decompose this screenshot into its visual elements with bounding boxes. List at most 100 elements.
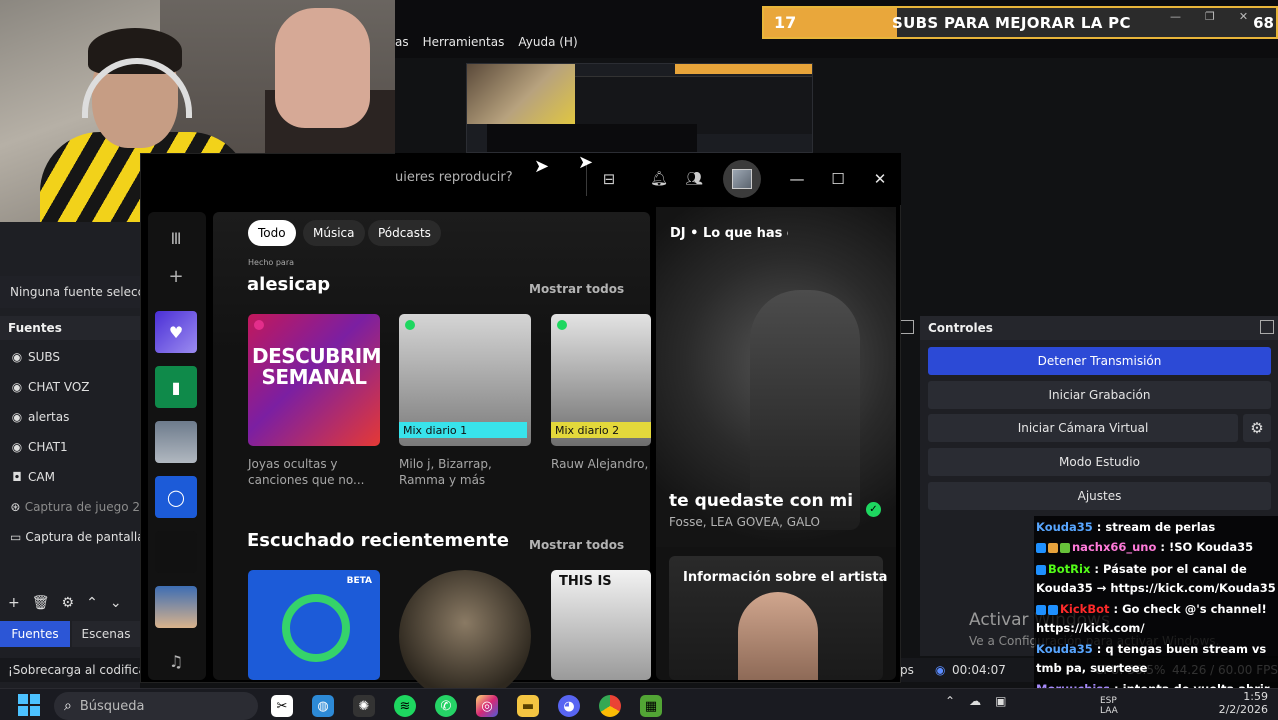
gear-icon[interactable]: ⚙ xyxy=(62,595,75,611)
recent-item-card[interactable]: BETA xyxy=(248,570,380,680)
liked-songs-icon[interactable]: ♥ xyxy=(155,311,197,353)
chat-badge-icon xyxy=(1036,604,1046,615)
no-source-label: Ninguna fuente seleccio xyxy=(0,276,140,308)
discord-icon[interactable]: ◕ xyxy=(558,695,580,717)
menu-item-tools[interactable]: Herramientas xyxy=(423,35,505,49)
close-icon[interactable]: ✕ xyxy=(870,169,890,189)
chip-music[interactable]: Música xyxy=(303,220,365,246)
encoder-overload-warning: ¡Sobrecarga al codificar xyxy=(8,663,151,677)
minimize-icon[interactable]: — xyxy=(1170,10,1181,23)
chip-podcasts[interactable]: Pódcasts xyxy=(368,220,441,246)
browse-icon[interactable]: ⊟ xyxy=(598,168,620,190)
capcut-icon[interactable]: ✂ xyxy=(271,695,293,717)
spotify-icon[interactable]: ≋ xyxy=(394,695,416,717)
check-icon[interactable]: ✓ xyxy=(866,502,881,517)
library-item-thumb[interactable]: ◯ xyxy=(155,476,197,518)
friends-icon[interactable]: 👥︎ xyxy=(683,168,705,190)
show-all-link[interactable]: Mostrar todos xyxy=(529,538,624,552)
source-item-chat1[interactable]: ◉ CHAT1 xyxy=(0,433,140,461)
menu-item-help[interactable]: Ayuda (H) xyxy=(518,35,577,49)
made-for-label: Hecho para xyxy=(248,258,295,267)
preview-subs-bar xyxy=(675,64,812,74)
spotify-search-input[interactable]: uieres reproducir? xyxy=(395,170,595,188)
source-item-screen-capture[interactable]: ▭ Captura de pantalla xyxy=(0,523,140,551)
instagram-icon[interactable]: ◎ xyxy=(476,695,498,717)
avatar[interactable] xyxy=(723,160,761,198)
stop-stream-button[interactable]: Detener Transmisión xyxy=(928,347,1271,375)
studio-mode-button[interactable]: Modo Estudio xyxy=(928,448,1271,476)
music-note-icon[interactable]: ♫ xyxy=(165,650,187,672)
menu-item-scenes[interactable]: as xyxy=(395,35,409,49)
taskbar-search[interactable]: ⌕ Búsqueda xyxy=(54,692,258,720)
chip-all[interactable]: Todo xyxy=(248,220,296,246)
made-for-user[interactable]: alesicap xyxy=(247,274,330,295)
start-recording-button[interactable]: Iniciar Grabación xyxy=(928,381,1271,409)
maximize-icon[interactable]: ❐ xyxy=(1205,10,1215,23)
undock-icon[interactable] xyxy=(1260,320,1274,334)
chat-message: KickBot : Go check @'s channel! https://… xyxy=(1036,600,1276,638)
chevron-up-icon[interactable]: ⌃ xyxy=(86,595,98,611)
taskbar-clock[interactable]: 1:59 2/2/2026 xyxy=(1204,690,1268,716)
chrome-icon[interactable] xyxy=(599,695,621,717)
folder-icon[interactable]: ▬ xyxy=(517,695,539,717)
gear-icon[interactable]: ⚙ xyxy=(1243,414,1271,442)
card-art-title: DESCUBRIMIENTO SEMANAL xyxy=(252,344,380,389)
language-indicator[interactable]: ESP LAA xyxy=(1100,696,1118,716)
recent-item-card[interactable]: THIS IS xyxy=(551,570,651,680)
trash-icon[interactable]: 🗑 xyxy=(32,595,50,611)
daily-mix-2-card[interactable]: Mix diario 2 xyxy=(551,314,651,446)
source-item-subs[interactable]: ◉ SUBS xyxy=(0,343,140,371)
minecraft-icon[interactable]: ▦ xyxy=(640,695,662,717)
minimize-icon[interactable]: — xyxy=(787,169,807,189)
undock-icon[interactable] xyxy=(900,320,914,334)
chat-username: Kouda35 xyxy=(1036,520,1093,534)
chevron-up-icon[interactable]: ⌃ xyxy=(945,694,955,708)
chat-text: : !SO Kouda35 xyxy=(1156,540,1254,554)
source-item-chat-voz[interactable]: ◉ CHAT VOZ xyxy=(0,373,140,401)
maximize-icon[interactable]: ☐ xyxy=(828,169,848,189)
windows-start-icon[interactable] xyxy=(18,694,40,716)
app-tray-icon[interactable]: ▣ xyxy=(995,694,1006,708)
mix-label: Mix diario 1 xyxy=(399,422,527,438)
preview-window-2 xyxy=(487,124,697,152)
chat-username: nachx66_uno xyxy=(1072,540,1157,554)
settings-button[interactable]: Ajustes xyxy=(928,482,1271,510)
library-item-thumb[interactable] xyxy=(155,586,197,628)
obs-preview xyxy=(466,63,813,153)
recent-item-card[interactable] xyxy=(399,570,531,702)
whatsapp-icon[interactable]: ✆ xyxy=(435,695,457,717)
source-item-cam[interactable]: ◘ CAM xyxy=(0,463,140,491)
cloud-icon[interactable]: ☁ xyxy=(969,694,981,708)
source-item-game-capture[interactable]: ⊛ Captura de juego 2 xyxy=(0,493,140,521)
globe-icon: ◉ xyxy=(11,440,23,454)
stream-time: 00:04:07 xyxy=(952,663,1006,677)
start-virtual-cam-button[interactable]: Iniciar Cámara Virtual xyxy=(928,414,1238,442)
discover-weekly-card[interactable]: DESCUBRIMIENTO SEMANAL xyxy=(248,314,380,446)
tab-sources[interactable]: Fuentes xyxy=(0,621,70,647)
bell-icon[interactable]: 🔔︎ xyxy=(649,168,669,190)
daily-mix-1-card[interactable]: Mix diario 1 xyxy=(399,314,531,446)
now-playing-artists[interactable]: Fosse, LEA GOVEA, GALO xyxy=(669,515,820,529)
library-icon[interactable]: Ⅲ xyxy=(165,227,187,249)
library-item-thumb[interactable] xyxy=(155,531,197,573)
chatgpt-icon[interactable]: ✺ xyxy=(353,695,375,717)
source-item-alertas[interactable]: ◉ alertas xyxy=(0,403,140,431)
background-window-controls: — ❐ ✕ xyxy=(1170,10,1248,23)
bookmark-icon[interactable]: ▮ xyxy=(155,366,197,408)
show-all-link[interactable]: Mostrar todos xyxy=(529,282,624,296)
source-label: Captura de pantalla xyxy=(25,530,140,544)
chevron-down-icon[interactable]: ⌄ xyxy=(110,595,122,611)
globe-icon: ◉ xyxy=(11,380,23,394)
chat-badge-icon xyxy=(1036,542,1046,553)
controls-title: Controles xyxy=(920,316,1278,340)
sources-title: Fuentes xyxy=(0,316,140,340)
now-playing-song[interactable]: te quedaste con mi l xyxy=(669,491,857,511)
add-icon[interactable]: + xyxy=(8,595,20,611)
subs-count: 17 xyxy=(774,13,797,32)
create-playlist-icon[interactable]: + xyxy=(165,265,187,287)
artist-photo xyxy=(738,592,818,680)
library-item-thumb[interactable] xyxy=(155,421,197,463)
close-icon[interactable]: ✕ xyxy=(1239,10,1248,23)
tab-scenes[interactable]: Escenas xyxy=(72,621,140,647)
globe-app-icon[interactable]: ◍ xyxy=(312,695,334,717)
